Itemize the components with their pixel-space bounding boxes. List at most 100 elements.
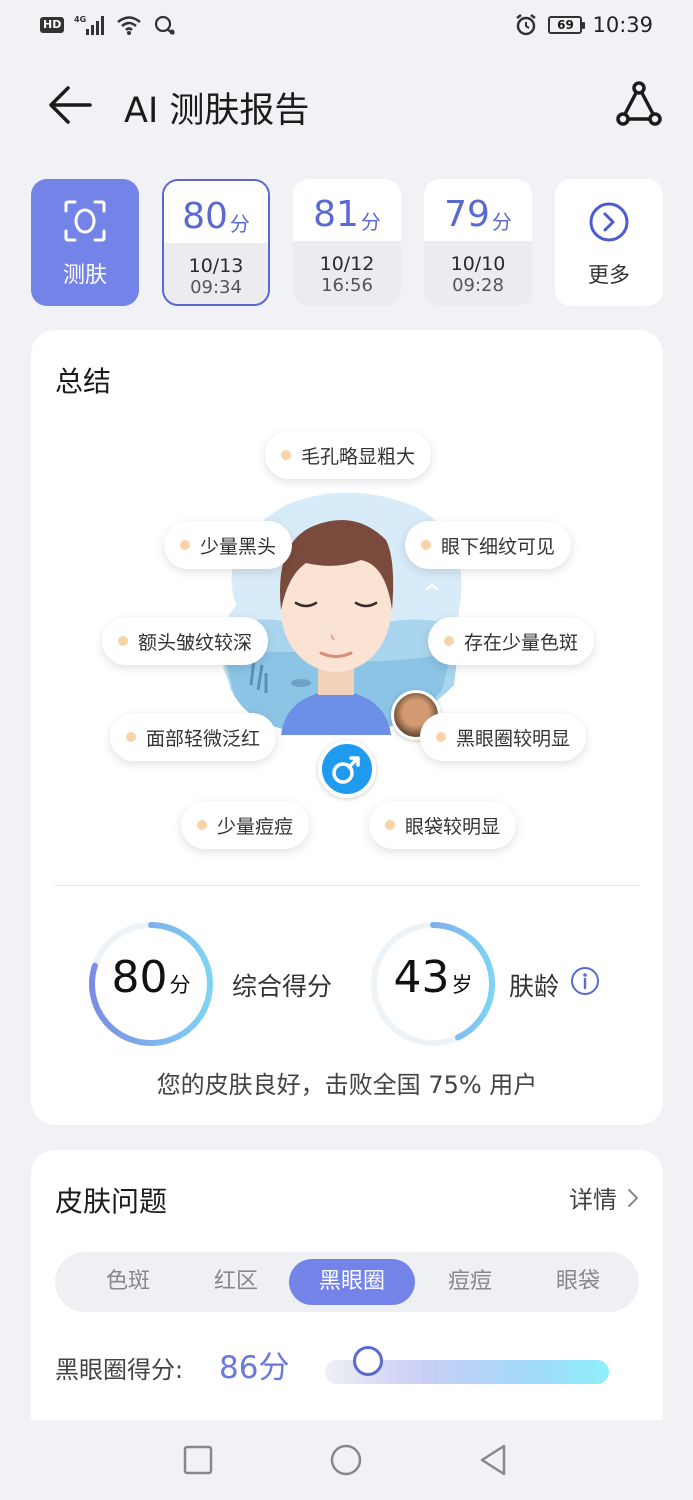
summary-tag: 存在少量色斑	[428, 617, 595, 665]
male-icon	[332, 756, 360, 784]
history-record-2[interactable]: 81 分 10/12 16:56	[293, 179, 401, 306]
summary-tag: 额头皱纹较深	[102, 617, 269, 665]
tag-label: 毛孔略显粗大	[301, 445, 416, 468]
signal-icon: 4G	[74, 15, 105, 35]
tag-label: 少量黑头	[200, 535, 277, 558]
skin-age-value: 43岁	[367, 952, 499, 1003]
network-type-label: 4G	[74, 15, 86, 24]
share-icon[interactable]	[613, 78, 665, 130]
summary-tag: 少量痘痘	[181, 801, 310, 849]
tag-dot	[436, 732, 446, 742]
issue-score-value: 86分	[219, 1350, 290, 1386]
issue-score-marker	[352, 1346, 383, 1376]
record-score-unit: 分	[491, 210, 512, 234]
overall-score-number: 80	[111, 952, 168, 1003]
tag-dot	[421, 540, 431, 550]
summary-conclusion: 您的皮肤良好，击败全国 75% 用户	[156, 1071, 538, 1099]
recent-apps-icon[interactable]	[178, 1440, 218, 1480]
tag-dot	[118, 636, 128, 646]
record-date: 10/12	[319, 253, 375, 275]
tag-dot	[281, 450, 291, 460]
record-time: 09:34	[190, 277, 242, 298]
back-triangle-icon[interactable]	[474, 1440, 514, 1480]
scan-button[interactable]: 测肤	[31, 179, 139, 306]
page-title: AI 测肤报告	[124, 91, 310, 131]
record-score: 79	[444, 194, 490, 235]
history-record-3[interactable]: 79 分 10/10 09:28	[424, 179, 532, 306]
record-date: 10/10	[450, 253, 506, 275]
face-scan-icon	[64, 200, 106, 242]
scan-label: 测肤	[62, 263, 107, 288]
tab-redness[interactable]: 红区	[173, 1259, 299, 1305]
skin-issues-title: 皮肤问题	[55, 1185, 168, 1218]
overall-score-label: 综合得分	[232, 972, 333, 1001]
tag-dot	[385, 820, 395, 830]
history-row: 测肤 80 分 10/13 09:34 81 分 10/12 16:56 79 分 1…	[31, 179, 663, 306]
summary-tag: 黑眼圈较明显	[420, 713, 587, 761]
tag-dot	[126, 732, 136, 742]
overall-score-unit: 分	[169, 973, 191, 997]
summary-tag: 毛孔略显粗大	[265, 431, 432, 479]
overall-score-gauge: 80分	[85, 918, 217, 1050]
record-date: 10/13	[188, 255, 244, 277]
tag-label: 黑眼圈较明显	[456, 727, 571, 750]
status-bar: HD 4G 69 10:39	[0, 0, 693, 50]
record-score-unit: 分	[229, 212, 250, 236]
skin-age-label: 肤龄	[509, 972, 560, 1001]
chevron-right-icon	[628, 1188, 638, 1207]
tag-label: 存在少量色斑	[464, 631, 579, 654]
tag-label: 眼下细纹可见	[441, 535, 556, 558]
app-header: AI 测肤报告	[0, 60, 693, 150]
wifi-icon	[117, 16, 142, 35]
tag-dot	[197, 820, 207, 830]
summary-title: 总结	[55, 365, 112, 398]
hd-badge: HD	[40, 17, 65, 33]
skin-age-gauge: 43岁	[367, 918, 499, 1050]
chevron-right-circle-icon	[589, 202, 629, 242]
tab-dark-circles[interactable]: 黑眼圈	[289, 1259, 415, 1305]
home-icon[interactable]	[326, 1440, 366, 1480]
skin-age-number: 43	[393, 952, 450, 1003]
tag-label: 额头皱纹较深	[138, 631, 253, 654]
summary-card: 总结 毛孔略显粗大 少量黑头 眼下细纹可见 额头皱纹较深 存在少量色斑 面部轻微	[31, 330, 663, 1125]
issue-score-label: 黑眼圈得分:	[55, 1356, 184, 1384]
record-score-area: 81 分	[293, 179, 401, 241]
history-record-1[interactable]: 80 分 10/13 09:34	[162, 179, 270, 306]
skin-issues-card: 皮肤问题 详情 色斑 红区 黑眼圈 痘痘 眼袋 黑眼圈得分: 86分	[31, 1150, 663, 1430]
tag-dot	[444, 636, 454, 646]
record-score: 80	[182, 196, 228, 237]
cloud-sync-icon	[155, 15, 175, 35]
record-time: 09:28	[452, 275, 504, 296]
tab-eye-bags[interactable]: 眼袋	[515, 1259, 641, 1305]
back-arrow-icon[interactable]	[46, 82, 94, 128]
more-history-button[interactable]: 更多	[555, 179, 663, 306]
more-label: 更多	[588, 263, 630, 287]
status-left: HD 4G	[40, 14, 178, 36]
summary-tag: 面部轻微泛红	[110, 713, 277, 761]
summary-divider	[55, 885, 639, 886]
alarm-icon	[516, 14, 537, 36]
details-label: 详情	[569, 1186, 617, 1214]
tag-label: 眼袋较明显	[405, 815, 501, 838]
summary-tag: 眼袋较明显	[369, 801, 517, 849]
details-link[interactable]: 详情	[569, 1180, 639, 1215]
record-score-area: 80 分	[164, 181, 268, 243]
skin-age-unit: 岁	[451, 973, 473, 997]
tag-dot	[180, 540, 190, 550]
tag-label: 面部轻微泛红	[146, 727, 261, 750]
overall-score-value: 80分	[85, 952, 217, 1003]
record-time: 16:56	[321, 275, 373, 296]
status-time: 10:39	[592, 13, 653, 37]
tag-label: 少量痘痘	[217, 815, 294, 838]
info-icon[interactable]	[570, 966, 600, 996]
record-score: 81	[313, 194, 359, 235]
summary-tag: 眼下细纹可见	[405, 521, 572, 569]
status-right: 69 10:39	[514, 13, 653, 37]
record-score-area: 79 分	[424, 179, 532, 241]
system-nav-bar	[0, 1420, 693, 1500]
record-score-unit: 分	[360, 210, 381, 234]
issue-tab-bar: 色斑 红区 黑眼圈 痘痘 眼袋	[55, 1252, 639, 1312]
gender-badge	[318, 740, 376, 798]
summary-tag: 少量黑头	[164, 521, 293, 569]
battery-indicator: 69	[548, 16, 586, 34]
